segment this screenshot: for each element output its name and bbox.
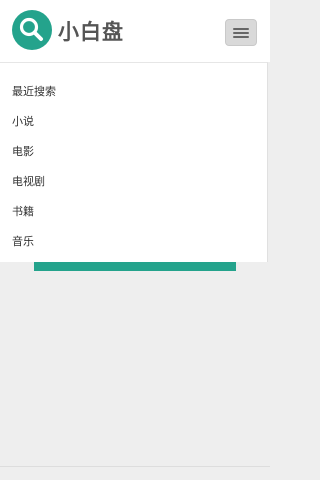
menu-item-novel[interactable]: 小说 [12,115,34,129]
menu-toggle-button[interactable] [225,19,257,46]
dropdown-menu: 最近搜索 小说 电影 电视剧 书籍 音乐 [0,62,268,262]
menu-item-books[interactable]: 书籍 [12,205,34,219]
menu-item-movie[interactable]: 电影 [12,145,34,159]
menu-item-music[interactable]: 音乐 [12,235,34,249]
site-title[interactable]: 小白盘 [58,16,124,46]
top-header: 小白盘 [0,0,270,62]
hamburger-menu-icon [233,28,249,30]
search-bar-strip[interactable] [34,262,236,271]
menu-item-tv-series[interactable]: 电视剧 [12,175,45,189]
footer-divider [0,466,270,467]
menu-item-recent-search[interactable]: 最近搜索 [12,85,56,99]
search-icon[interactable] [12,10,52,50]
